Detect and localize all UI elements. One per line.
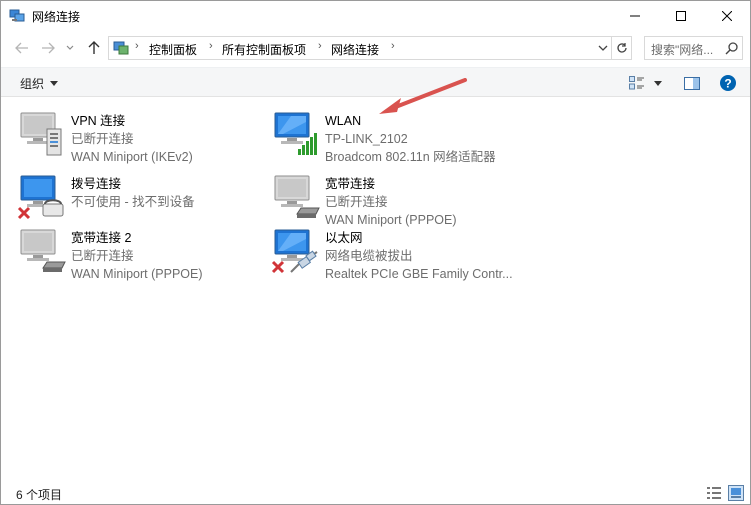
- connections-list: VPN 连接 已断开连接 WAN Miniport (IKEv2) WLAN T…: [1, 78, 750, 478]
- breadcrumb-separator-icon: ›: [318, 40, 322, 52]
- connection-item-broadband-2[interactable]: 宽带连接 2 已断开连接 WAN Miniport (PPPOE): [17, 226, 267, 284]
- connection-text: 以太网 网络电缆被拔出 Realtek PCIe GBE Family Cont…: [325, 229, 513, 283]
- window-title: 网络连接: [32, 10, 81, 24]
- view-options-icon: [629, 76, 644, 90]
- chevron-down-icon: [66, 45, 74, 50]
- connection-name: 宽带连接 2: [71, 231, 132, 245]
- dropdown-triangle-icon: [50, 81, 59, 86]
- up-button[interactable]: [83, 37, 105, 59]
- close-button[interactable]: [704, 1, 750, 31]
- help-icon: ?: [720, 75, 736, 91]
- refresh-icon: [616, 43, 627, 53]
- connection-text: 宽带连接 2 已断开连接 WAN Miniport (PPPOE): [71, 229, 203, 283]
- network-connections-window: 网络连接 › 控制面板 › 所有控制面板项 › 网络连接 › 搜索"网络... …: [0, 0, 751, 505]
- forward-arrow-icon: [42, 42, 55, 54]
- back-button[interactable]: [11, 37, 33, 59]
- svg-text:?: ?: [724, 77, 731, 91]
- connection-item-broadband[interactable]: 宽带连接 已断开连接 WAN Miniport (PPPOE): [271, 172, 521, 230]
- close-icon: [722, 11, 732, 21]
- error-x-icon: [271, 260, 285, 274]
- breadcrumb-separator-icon: ›: [391, 40, 395, 52]
- maximize-button[interactable]: [658, 1, 704, 31]
- connection-name: 以太网: [325, 231, 363, 245]
- error-x-icon: [17, 206, 31, 220]
- ethernet-icon: [271, 229, 318, 274]
- search-box[interactable]: 搜索"网络...: [644, 36, 743, 60]
- dropdown-triangle-icon: [654, 80, 662, 86]
- refresh-button[interactable]: [612, 36, 632, 60]
- title-bar[interactable]: 网络连接: [1, 1, 750, 31]
- organize-menu-button[interactable]: 组织: [20, 75, 59, 92]
- network-connections-app-icon: [9, 9, 25, 22]
- connection-name: VPN 连接: [71, 114, 126, 128]
- help-button[interactable]: ?: [718, 74, 738, 92]
- connection-text: WLAN TP-LINK_2102 Broadcom 802.11n 网络适配器: [325, 112, 496, 166]
- maximize-icon: [676, 11, 686, 21]
- status-bar: 6 个项目: [1, 482, 750, 504]
- minimize-icon: [630, 15, 640, 17]
- connection-item-dialup[interactable]: 拨号连接 不可使用 - 找不到设备: [17, 172, 267, 230]
- connection-text: VPN 连接 已断开连接 WAN Miniport (IKEv2): [71, 112, 193, 166]
- breadcrumb-all-items[interactable]: 所有控制面板项: [222, 41, 306, 58]
- connection-status: 已断开连接: [71, 249, 134, 263]
- wifi-signal-icon: [274, 112, 317, 155]
- back-arrow-icon: [15, 42, 28, 54]
- connection-status: 已断开连接: [325, 195, 388, 209]
- connection-text: 宽带连接 已断开连接 WAN Miniport (PPPOE): [325, 175, 457, 229]
- connection-device: WAN Miniport (PPPOE): [71, 267, 203, 281]
- forward-button[interactable]: [37, 37, 59, 59]
- organize-label: 组织: [20, 77, 45, 91]
- control-panel-icon: [113, 41, 129, 55]
- address-bar[interactable]: › 控制面板 › 所有控制面板项 › 网络连接 ›: [108, 36, 612, 60]
- change-view-button[interactable]: [628, 74, 646, 92]
- preview-pane-button[interactable]: [683, 74, 701, 92]
- connection-name: 拨号连接: [71, 177, 122, 191]
- connection-device: WAN Miniport (IKEv2): [71, 150, 193, 164]
- connection-item-vpn[interactable]: VPN 连接 已断开连接 WAN Miniport (IKEv2): [17, 109, 267, 167]
- search-icon: [725, 42, 738, 55]
- view-dropdown-button[interactable]: [652, 74, 664, 92]
- connection-name: 宽带连接: [325, 177, 376, 191]
- connection-text: 拨号连接 不可使用 - 找不到设备: [71, 175, 195, 211]
- item-count: 6 个项目: [16, 488, 63, 502]
- breadcrumb-network-connections[interactable]: 网络连接: [331, 41, 379, 58]
- connection-status: 已断开连接: [71, 132, 134, 146]
- details-view-icon[interactable]: [706, 485, 722, 501]
- breadcrumb-control-panel[interactable]: 控制面板: [149, 41, 197, 58]
- address-history-dropdown-icon[interactable]: [597, 41, 609, 55]
- broadband-icon: [274, 175, 320, 218]
- navigation-bar: › 控制面板 › 所有控制面板项 › 网络连接 › 搜索"网络...: [1, 32, 750, 64]
- breadcrumb-separator-icon: ›: [209, 40, 213, 52]
- annotation-arrow-icon: [379, 78, 467, 114]
- connection-status: 不可使用 - 找不到设备: [71, 195, 195, 209]
- up-arrow-icon: [88, 41, 100, 54]
- vpn-connection-icon: [20, 112, 62, 156]
- recent-locations-button[interactable]: [63, 37, 77, 59]
- preview-pane-icon: [684, 76, 700, 90]
- connection-ssid: TP-LINK_2102: [325, 132, 408, 146]
- connection-device: Realtek PCIe GBE Family Contr...: [325, 267, 513, 281]
- breadcrumb-separator-icon: ›: [135, 40, 139, 52]
- minimize-button[interactable]: [612, 1, 658, 31]
- search-placeholder: 搜索"网络...: [651, 43, 714, 57]
- connection-status: 网络电缆被拔出: [325, 249, 413, 263]
- connection-device: Broadcom 802.11n 网络适配器: [325, 150, 496, 164]
- large-icons-view-icon[interactable]: [728, 485, 744, 501]
- broadband-icon: [20, 229, 66, 272]
- dialup-modem-icon: [17, 175, 64, 220]
- connection-item-ethernet[interactable]: 以太网 网络电缆被拔出 Realtek PCIe GBE Family Cont…: [271, 226, 521, 284]
